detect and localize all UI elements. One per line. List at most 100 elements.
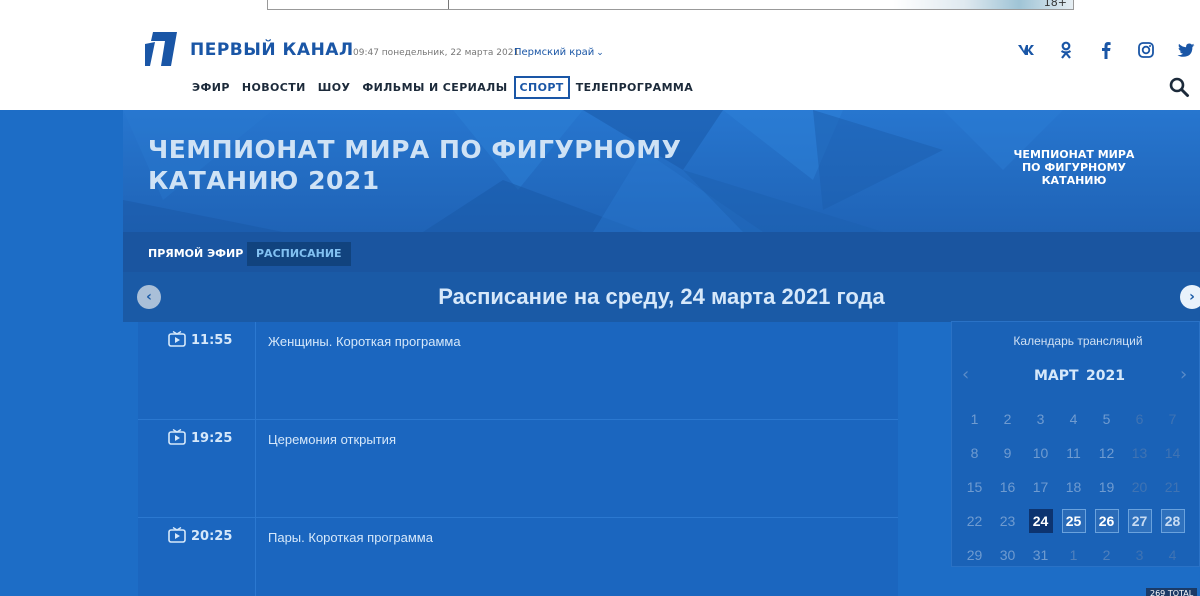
time-cell: 19:25: [138, 420, 256, 518]
event-title: ЧЕМПИОНАТ МИРА ПО ФИГУРНОМУ КАТАНИЮ 2021: [148, 134, 681, 196]
search-icon[interactable]: [1168, 76, 1190, 98]
odnoklassniki-icon[interactable]: [1046, 38, 1086, 62]
calendar-year: 2021: [1086, 368, 1125, 384]
program-title[interactable]: Церемония открытия: [268, 432, 396, 447]
calendar-day: 30: [999, 547, 1016, 563]
calendar-day: 6: [1135, 411, 1144, 427]
event-title-line-1: ЧЕМПИОНАТ МИРА ПО ФИГУРНОМУ: [148, 135, 682, 164]
calendar-day: 14: [1164, 445, 1181, 461]
calendar-day: 10: [1032, 445, 1049, 461]
calendar-day: 4: [1168, 547, 1177, 563]
tab-schedule[interactable]: РАСПИСАНИЕ: [247, 242, 351, 266]
next-day-button[interactable]: ›: [1180, 285, 1200, 309]
event-badge-line-2: ПО ФИГУРНОМУ: [1021, 161, 1127, 174]
calendar-day: 5: [1102, 411, 1111, 427]
calendar-day-broadcast[interactable]: 26: [1090, 504, 1123, 538]
tv-icon: [168, 331, 186, 347]
facebook-icon[interactable]: [1086, 38, 1126, 62]
nav-item-shows[interactable]: ШОУ: [312, 76, 357, 99]
calendar-day-broadcast[interactable]: 27: [1123, 504, 1156, 538]
tv-icon: [168, 527, 186, 543]
calendar-day: 4: [1069, 411, 1078, 427]
calendar-day: 8: [970, 445, 979, 461]
calendar-caption: Календарь трансляций: [1013, 334, 1143, 348]
time-cell: 20:25: [138, 518, 256, 596]
chevron-right-icon: ›: [1189, 289, 1195, 305]
tv-icon: [168, 429, 186, 445]
calendar-next-month-icon[interactable]: ›: [1180, 364, 1187, 385]
program-time: 19:25: [191, 431, 233, 446]
program-title[interactable]: Пары. Короткая программа: [268, 530, 433, 545]
region-selector[interactable]: Пермский край ⌄: [514, 47, 604, 58]
event-title-line-2: КАТАНИЮ 2021: [148, 166, 380, 195]
calendar-day: 1: [1069, 547, 1078, 563]
nav-item-films[interactable]: ФИЛЬМЫ И СЕРИАЛЫ: [356, 76, 513, 99]
event-badge-line-1: ЧЕМПИОНАТ МИРА: [1013, 148, 1135, 161]
calendar-day: 12: [1098, 445, 1115, 461]
program-time: 20:25: [191, 529, 233, 544]
nav-item-tv-guide[interactable]: ТЕЛЕПРОГРАММА: [570, 76, 699, 99]
current-datetime: 09:47 понедельник, 22 марта 2021: [353, 48, 520, 58]
calendar-day-broadcast[interactable]: 28: [1156, 504, 1189, 538]
calendar-day: 7: [1168, 411, 1177, 427]
calendar-day: 13: [1131, 445, 1148, 461]
main-nav: ЭФИР НОВОСТИ ШОУ ФИЛЬМЫ И СЕРИАЛЫ СПОРТ …: [186, 76, 699, 99]
age-rating-badge: 18+: [1043, 0, 1067, 9]
calendar-day: 2: [1102, 547, 1111, 563]
calendar-day-broadcast[interactable]: 25: [1057, 504, 1090, 538]
calendar-day: 1: [970, 411, 979, 427]
schedule-header: Расписание на среду, 24 марта 2021 года …: [123, 272, 1200, 322]
social-links: [1006, 38, 1200, 62]
program-title[interactable]: Женщины. Короткая программа: [268, 334, 461, 349]
nav-item-news[interactable]: НОВОСТИ: [236, 76, 312, 99]
calendar-day-selected[interactable]: 24: [1024, 504, 1057, 538]
calendar-day: 2: [1003, 411, 1012, 427]
time-cell: 11:55: [138, 322, 256, 420]
calendar-day: 23: [999, 513, 1016, 529]
site-header: ПЕРВЫЙ КАНАЛ 09:47 понедельник, 22 марта…: [0, 10, 1200, 110]
calendar-day: 11: [1066, 445, 1081, 461]
calendar-prev-month-icon[interactable]: ‹: [962, 364, 969, 385]
ad-divider: [448, 0, 449, 9]
event-subnav: ПРЯМОЙ ЭФИР РАСПИСАНИЕ: [123, 232, 1200, 272]
schedule-row[interactable]: 20:25 Пары. Короткая программа: [138, 518, 898, 596]
counter-tag: 269 TOTAL: [1146, 588, 1198, 596]
calendar-month: МАРТ: [1034, 368, 1079, 384]
calendar-day: 20: [1131, 479, 1148, 495]
calendar-day: 17: [1032, 479, 1049, 495]
channel-one-logo-icon[interactable]: [145, 32, 177, 66]
calendar-day: 22: [966, 513, 983, 529]
twitter-icon[interactable]: [1166, 38, 1200, 62]
calendar-day: 21: [1164, 479, 1181, 495]
calendar-day: 31: [1032, 547, 1049, 563]
calendar-day: 29: [966, 547, 983, 563]
event-hero-banner: ЧЕМПИОНАТ МИРА ПО ФИГУРНОМУ КАТАНИЮ 2021…: [123, 110, 1200, 232]
chevron-down-icon: ⌄: [596, 48, 604, 58]
main-content: ЧЕМПИОНАТ МИРА ПО ФИГУРНОМУ КАТАНИЮ 2021…: [0, 110, 1200, 596]
nav-item-sport[interactable]: СПОРТ: [513, 76, 570, 99]
schedule-list: 11:55 Женщины. Короткая программа 19:25 …: [138, 322, 898, 596]
chevron-left-icon: ‹: [146, 289, 152, 305]
nav-item-efir[interactable]: ЭФИР: [186, 76, 236, 99]
calendar-day: 15: [966, 479, 983, 495]
ad-banner[interactable]: 18+: [267, 0, 1074, 10]
calendar-day: 18: [1065, 479, 1082, 495]
vk-icon[interactable]: [1006, 38, 1046, 62]
event-badge: ЧЕМПИОНАТ МИРА ПО ФИГУРНОМУ КАТАНИЮ: [1004, 148, 1144, 187]
schedule-row[interactable]: 19:25 Церемония открытия: [138, 420, 898, 518]
broadcast-calendar: Календарь трансляций ‹ МАРТ 2021 › 1 2 3…: [951, 321, 1200, 567]
instagram-icon[interactable]: [1126, 38, 1166, 62]
region-label: Пермский край: [514, 47, 595, 58]
program-time: 11:55: [191, 333, 233, 348]
prev-day-button[interactable]: ‹: [137, 285, 161, 309]
event-badge-line-3: КАТАНИЮ: [1041, 174, 1107, 187]
calendar-day: 3: [1036, 411, 1045, 427]
calendar-day: 3: [1135, 547, 1144, 563]
brand-name[interactable]: ПЕРВЫЙ КАНАЛ: [190, 40, 354, 60]
schedule-row[interactable]: 11:55 Женщины. Короткая программа: [138, 322, 898, 420]
calendar-day: 19: [1098, 479, 1115, 495]
tab-live[interactable]: ПРЯМОЙ ЭФИР: [139, 242, 252, 266]
schedule-title: Расписание на среду, 24 марта 2021 года: [438, 284, 885, 309]
calendar-day: 16: [999, 479, 1016, 495]
calendar-grid: 1 2 3 4 5 6 7 8 9 10 11 12 13 14 15 16 1…: [958, 402, 1198, 572]
